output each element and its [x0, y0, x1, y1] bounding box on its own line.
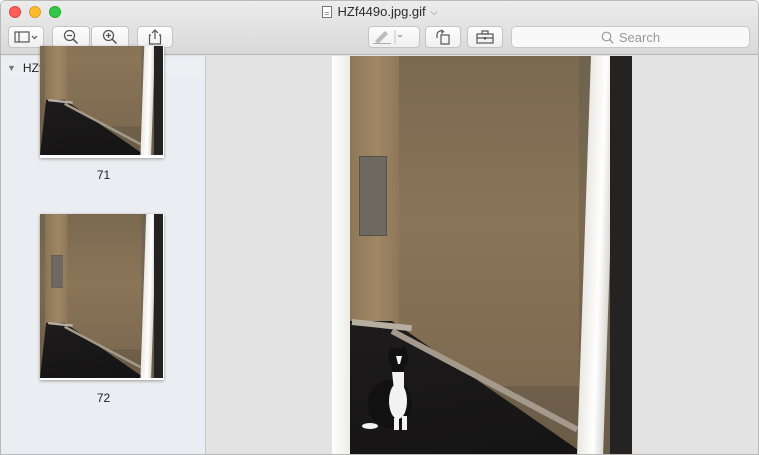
rotate-icon: [436, 29, 450, 45]
zoom-in-icon: [102, 29, 118, 45]
thumbnail-sidebar[interactable]: ▼ HZf449o.jpg.gif 71: [1, 46, 206, 454]
document-icon: [321, 6, 332, 18]
cat-figure: [362, 346, 412, 430]
search-field[interactable]: Search: [511, 26, 750, 48]
rotate-button[interactable]: [425, 26, 461, 48]
thumbnail-frame-71[interactable]: [40, 46, 164, 158]
zoom-out-button[interactable]: [52, 26, 90, 48]
window-title[interactable]: HZf449o.jpg.gif ⌵: [1, 4, 758, 19]
thumbnail-label-72: 72: [96, 391, 111, 405]
chevron-down-icon: ⌵: [430, 7, 438, 17]
preview-window: HZf449o.jpg.gif ⌵ Search ▼ 71 72: [0, 0, 759, 455]
markup-pen-icon: [373, 30, 403, 44]
image-viewer[interactable]: [207, 56, 758, 454]
markup-button[interactable]: [368, 26, 420, 48]
thumbnail-label-71: 71: [96, 168, 111, 182]
search-icon: [601, 31, 614, 44]
zoom-out-icon: [63, 29, 79, 45]
sidebar-toggle-button[interactable]: [8, 26, 44, 48]
share-button[interactable]: [137, 26, 173, 48]
share-icon: [148, 29, 162, 45]
sidebar-toggle-icon: [14, 31, 38, 43]
gif-frame-image: [332, 56, 632, 454]
toolbox-button[interactable]: [467, 26, 503, 48]
zoom-in-button[interactable]: [91, 26, 129, 48]
search-placeholder: Search: [618, 29, 661, 45]
thumbnail-frame-72[interactable]: [40, 214, 164, 380]
disclosure-triangle-icon[interactable]: ▼: [7, 63, 16, 73]
window-title-text: HZf449o.jpg.gif: [337, 4, 426, 19]
toolbox-icon: [476, 30, 494, 44]
electrical-panel: [359, 156, 387, 236]
